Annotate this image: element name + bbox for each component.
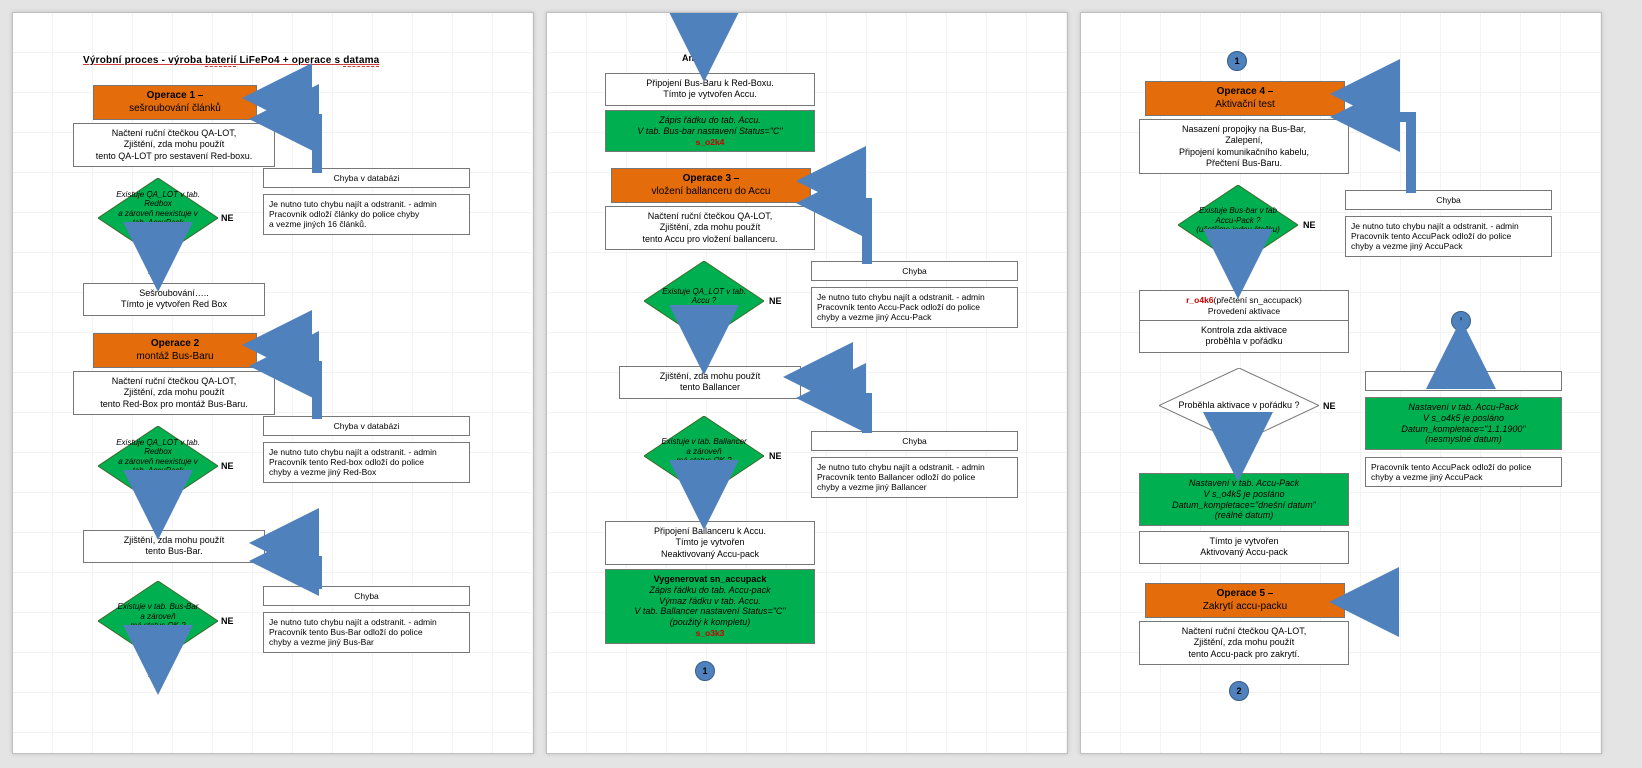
no-3: NE	[221, 616, 234, 626]
yes-p3-2: Ano	[1229, 455, 1247, 465]
yes-2: Ano	[148, 513, 166, 523]
op3-input: Načtení ruční čtečkou QA-LOT, Zjištění, …	[605, 206, 815, 250]
err-p3-1b: Je nutno tuto chybu najít a odstranit. -…	[1345, 216, 1552, 257]
yes-p3-1: Ano	[1229, 272, 1247, 282]
op1-header: Operace 1 –sešroubování článků	[93, 85, 257, 120]
box-sesh: Sešroubování….. Tímto je vytvořen Red Bo…	[83, 283, 265, 316]
op5-input: Načtení ruční čtečkou QA-LOT, Zjištění, …	[1139, 621, 1349, 665]
err-p2-1b: Je nutno tuto chybu najít a odstranit. -…	[811, 287, 1018, 328]
page-3: 1 Operace 4 –Aktivační test Nasazení pro…	[1080, 12, 1602, 754]
gbox-ne: Nastavení v tab. Accu-Pack V s_o4k5 je p…	[1365, 397, 1562, 450]
err1-body: Je nutno tuto chybu najít a odstranit. -…	[263, 194, 470, 235]
box-ballancer-connect: Připojení Ballanceru k Accu. Tímto je vy…	[605, 521, 815, 565]
err-p3-2: Chyba	[1365, 371, 1562, 391]
doc-title: Výrobní proces - výroba baterií LiFePo4 …	[83, 55, 379, 66]
no-2: NE	[221, 461, 234, 471]
box-activation: r_o4k6(přečtení sn_accupack)Provedení ak…	[1139, 290, 1349, 321]
yes-1: Ano	[148, 266, 166, 276]
err-p2-2b: Je nutno tuto chybu najít a odstranit. -…	[811, 457, 1018, 498]
box-ballancer-check: Zjištění, zda mohu použít tento Ballance…	[619, 366, 801, 399]
page-2: Ano Připojení Bus-Baru k Red-Boxu. Tímto…	[546, 12, 1068, 754]
connector-2: 2	[1229, 681, 1249, 701]
decision-o2k2: Existuje QA_LOT v tab. Redbox a zároveň …	[98, 426, 218, 506]
no-p2-1: NE	[769, 296, 782, 306]
yes-p2-2: Ano	[695, 503, 713, 513]
yes-p2-top: Ano	[682, 53, 700, 63]
op3-header: Operace 3 –vložení ballanceru do Accu	[611, 168, 811, 203]
decision-o4k4: Existuje Bus-bar v tab Accu-Pack ? (ušet…	[1178, 185, 1298, 265]
no-1: NE	[221, 213, 234, 223]
gbox-yes: Nastavení v tab. Accu-Pack V s_o4k5 je p…	[1139, 473, 1349, 526]
decision-activation-ok: Proběhla aktivace v pořádku ?	[1159, 368, 1319, 443]
gbox-o2k4: Zápis řádku do tab. Accu. V tab. Bus-bar…	[605, 110, 815, 152]
no-p3-2: NE	[1323, 401, 1336, 411]
err2-body: Je nutno tuto chybu najít a odstranit. -…	[263, 442, 470, 483]
connector-1-out: 1	[695, 661, 715, 681]
box-ne-worker: Pracovník tento AccuPack odloží do polic…	[1365, 457, 1562, 487]
yes-3: Ano	[148, 669, 166, 679]
decision-o1k1: Existuje QA_LOT v tab. Redbox a zároveň …	[98, 178, 218, 258]
err-p2-2: Chyba	[811, 431, 1018, 451]
decision-o3k1: Existuje QA_LOT v tab. Accu ?t_o3k1	[644, 261, 764, 341]
err1: Chyba v databázi	[263, 168, 470, 188]
gbox-o3k3: Vygenerovat sn_accupackZápis řádku do ta…	[605, 569, 815, 644]
box-busbar-connect: Připojení Bus-Baru k Red-Boxu. Tímto je …	[605, 73, 815, 106]
decision-o3k2: Existuje v tab. Ballancer a zároveň má s…	[644, 416, 764, 496]
err3-body: Je nutno tuto chybu najít a odstranit. -…	[263, 612, 470, 653]
op2-header: Operace 2montáž Bus-Baru	[93, 333, 257, 368]
op2-input: Načtení ruční čtečkou QA-LOT, Zjištění, …	[73, 371, 275, 415]
err-p2-1: Chyba	[811, 261, 1018, 281]
box-busbar-check: Zjištění, zda mohu použít tento Bus-Bar.	[83, 530, 265, 563]
decision-o2k3: Existuje v tab. Bus-Bar a zároveň má sta…	[98, 581, 218, 661]
op5-header: Operace 5 –Zakrytí accu-packu	[1145, 583, 1345, 618]
page-1: Výrobní proces - výroba baterií LiFePo4 …	[12, 12, 534, 754]
op1-input: Načtení ruční čtečkou QA-LOT, Zjištění, …	[73, 123, 275, 167]
box-activated: Tímto je vytvořen Aktivovaný Accu-pack	[1139, 531, 1349, 564]
no-p2-2: NE	[769, 451, 782, 461]
err-p3-1: Chyba	[1345, 190, 1552, 210]
op4-header: Operace 4 –Aktivační test	[1145, 81, 1345, 116]
box-activation-check: Kontrola zda aktivace proběhla v pořádku	[1139, 320, 1349, 353]
yes-p2-1: Ano	[695, 348, 713, 358]
connector-i: i	[1451, 311, 1471, 331]
err3: Chyba	[263, 586, 470, 606]
connector-3: 3	[1365, 593, 1385, 613]
err2: Chyba v databázi	[263, 416, 470, 436]
no-p3-1: NE	[1303, 220, 1316, 230]
op4-input: Nasazení propojky na Bus-Bar, Zalepení, …	[1139, 119, 1349, 174]
connector-1-in: 1	[1227, 51, 1247, 71]
